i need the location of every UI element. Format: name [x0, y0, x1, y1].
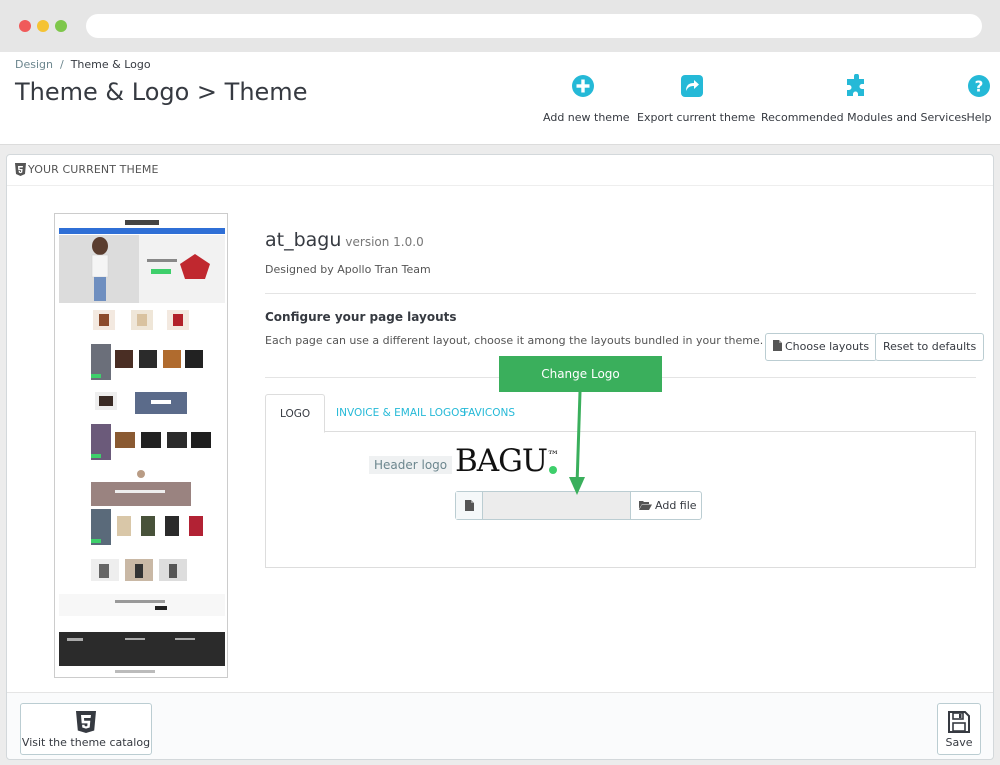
panel-footer: Visit the theme catalog Save — [7, 692, 993, 759]
logo-wordmark: BAGU — [455, 443, 548, 479]
header-logo-label: Header logo — [369, 456, 453, 474]
logo-tabs: LOGO INVOICE & EMAIL LOGOS FAVICONS — [265, 394, 976, 433]
export-current-theme-button[interactable]: Export current theme — [637, 74, 755, 125]
window-close-dot[interactable] — [19, 20, 31, 32]
theme-author: Designed by Apollo Tran Team — [265, 263, 431, 276]
share-export-icon — [681, 75, 703, 97]
theme-preview-thumbnail — [55, 214, 227, 677]
header-logo-file-upload: Add file — [455, 491, 702, 520]
theme-version: version 1.0.0 — [345, 235, 424, 249]
divider — [265, 293, 976, 294]
choose-layouts-label: Choose layouts — [785, 340, 870, 353]
export-current-theme-label: Export current theme — [637, 111, 756, 124]
plus-circle-icon — [572, 75, 594, 97]
tab-favicons[interactable]: FAVICONS — [449, 394, 529, 432]
puzzle-piece-icon — [846, 74, 864, 96]
recommended-modules-label: Recommended Modules and Services — [761, 111, 967, 124]
tab-logo[interactable]: LOGO — [265, 394, 326, 433]
browser-chrome — [0, 0, 1000, 52]
breadcrumb: Design / Theme & Logo — [15, 58, 151, 71]
question-circle-icon: ? — [968, 75, 990, 97]
save-label: Save — [945, 736, 973, 749]
reset-to-defaults-button[interactable]: Reset to defaults — [875, 333, 985, 361]
breadcrumb-current: Theme & Logo — [70, 58, 151, 71]
logo-green-dot — [549, 466, 557, 474]
logo-tab-content: Header logo BAGU™ Add file — [265, 431, 976, 568]
window-minimize-dot[interactable] — [37, 20, 49, 32]
theme-preview-image — [54, 213, 228, 678]
file-icon — [773, 340, 782, 351]
html5-shield-icon — [15, 163, 26, 176]
layouts-section-title: Configure your page layouts — [265, 310, 457, 324]
add-file-label: Add file — [655, 499, 697, 512]
header-logo-image: BAGU™ — [455, 443, 559, 479]
recommended-modules-button[interactable]: Recommended Modules and Services — [761, 74, 967, 125]
layouts-description: Each page can use a different layout, ch… — [265, 334, 764, 347]
add-file-button[interactable]: Add file — [630, 492, 701, 519]
file-name-input[interactable] — [483, 492, 630, 519]
current-theme-panel: YOUR CURRENT THEME at_bagu version 1.0.0… — [6, 154, 994, 760]
page-title: Theme & Logo > Theme — [15, 78, 308, 106]
help-button[interactable]: ? Help — [964, 74, 994, 125]
logo-trademark: ™ — [547, 448, 560, 463]
save-button[interactable]: Save — [937, 703, 981, 755]
file-icon — [465, 500, 474, 511]
change-logo-callout: Change Logo — [499, 356, 662, 392]
add-new-theme-button[interactable]: Add new theme — [543, 74, 630, 125]
choose-layouts-button[interactable]: Choose layouts — [765, 333, 878, 361]
theme-name-text: at_bagu — [265, 229, 342, 251]
add-new-theme-label: Add new theme — [543, 111, 630, 124]
theme-name: at_bagu version 1.0.0 — [265, 229, 424, 251]
help-label: Help — [966, 111, 992, 124]
page-header: Design / Theme & Logo Theme & Logo > Theme… — [0, 52, 1000, 145]
file-addon — [456, 492, 483, 519]
floppy-disk-icon — [948, 711, 970, 733]
breadcrumb-parent-link[interactable]: Design — [15, 58, 53, 71]
visit-theme-catalog-label: Visit the theme catalog — [21, 736, 151, 749]
address-bar[interactable] — [86, 14, 982, 38]
reset-to-defaults-label: Reset to defaults — [883, 340, 977, 353]
visit-theme-catalog-button[interactable]: Visit the theme catalog — [20, 703, 152, 755]
folder-open-icon — [639, 501, 652, 510]
panel-heading-title: YOUR CURRENT THEME — [28, 163, 159, 176]
svg-text:?: ? — [975, 78, 984, 96]
html5-icon — [76, 711, 96, 733]
window-maximize-dot[interactable] — [55, 20, 67, 32]
panel-heading: YOUR CURRENT THEME — [7, 155, 993, 186]
